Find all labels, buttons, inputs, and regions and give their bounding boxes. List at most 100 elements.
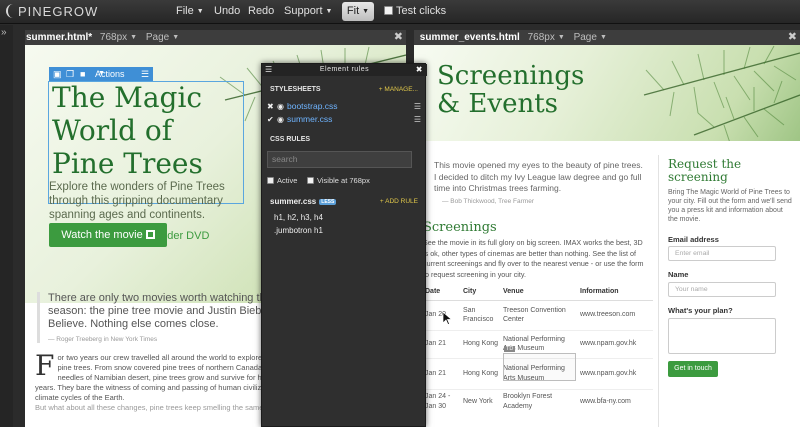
table-row[interactable]: Jan 20 San Francisco Treeson Convention … bbox=[423, 299, 653, 330]
pinegrow-window: PINEGROW File ▼ Undo Redo Support ▼ Fit ▼ T… bbox=[0, 0, 800, 427]
element-actions-bar[interactable]: ▣ ❐ ■ Actions ▼ ☰ bbox=[49, 67, 153, 81]
table-cell: New York bbox=[461, 388, 501, 414]
column-divider bbox=[658, 155, 659, 427]
frame-page-menu[interactable]: Page bbox=[146, 32, 169, 43]
caret-down-icon: ▼ bbox=[130, 34, 138, 41]
eye-icon[interactable]: ◉ bbox=[277, 114, 287, 125]
email-label: Email address bbox=[668, 235, 719, 244]
panel-title: Element rules bbox=[319, 66, 370, 73]
frame-filename: summer_events.html bbox=[419, 32, 520, 43]
hamburger-icon[interactable]: ☰ bbox=[414, 114, 421, 125]
intro-cite: — Bob Thickwood, Tree Farmer bbox=[442, 198, 534, 205]
stylesheet-item[interactable]: ✖ ◉ bootstrap.css ☰ bbox=[267, 101, 421, 112]
active-checkbox[interactable] bbox=[267, 177, 274, 184]
table-header: Date bbox=[423, 284, 461, 301]
get-in-touch-button[interactable]: Get in touch bbox=[668, 361, 718, 377]
watch-movie-button[interactable]: Watch the movie bbox=[49, 223, 167, 247]
table-row[interactable]: Jan 24 - Jan 30 New York Brooklyn Forest… bbox=[423, 388, 653, 414]
table-cell: www.treeson.com bbox=[578, 299, 653, 330]
close-icon[interactable]: ✖ bbox=[416, 64, 423, 76]
name-field[interactable]: Your name bbox=[668, 282, 776, 297]
hamburger-icon[interactable]: ☰ bbox=[265, 64, 273, 76]
app-logo: PINEGROW bbox=[6, 4, 98, 19]
events-title[interactable]: Screenings & Events bbox=[437, 62, 584, 118]
review-blockquote[interactable]: There are only two movies worth watching… bbox=[37, 292, 292, 343]
css-file-heading: summer.css LESS bbox=[270, 197, 337, 206]
manage-stylesheets-link[interactable]: + MANAGE... bbox=[379, 86, 418, 93]
menu-file[interactable]: File ▼ bbox=[176, 5, 204, 17]
caret-down-icon: ▼ bbox=[557, 34, 565, 41]
fit-label: Fit bbox=[346, 5, 360, 17]
close-icon[interactable]: ✖ bbox=[267, 101, 277, 112]
table-cell: www.npam.gov.hk bbox=[578, 329, 653, 358]
active-toggle[interactable]: Active bbox=[267, 176, 297, 185]
hero-lead[interactable]: Explore the wonders of Pine Trees throug… bbox=[49, 180, 249, 222]
table-cell: Jan 24 - Jan 30 bbox=[423, 388, 461, 414]
rules-search-input[interactable]: search bbox=[267, 151, 412, 168]
table-header: City bbox=[461, 284, 501, 301]
screenings-text[interactable]: See the movie in its full glory on big s… bbox=[423, 238, 647, 280]
visible-label: Visible at 768px bbox=[317, 176, 370, 185]
visible-checkbox[interactable] bbox=[307, 177, 314, 184]
caret-down-icon: ▼ bbox=[196, 8, 204, 15]
table-header-row: Date City Venue Information bbox=[423, 284, 653, 301]
pinegrow-logo-icon bbox=[6, 4, 16, 18]
caret-down-icon: ▼ bbox=[172, 34, 180, 41]
add-rule-link[interactable]: + ADD RULE bbox=[380, 198, 418, 205]
delete-icon[interactable]: ■ bbox=[80, 67, 85, 81]
move-handle-icon[interactable]: ▣ bbox=[53, 67, 62, 81]
fit-zoom-button[interactable]: Fit ▼ bbox=[342, 2, 374, 21]
screenings-heading[interactable]: Screenings bbox=[423, 220, 497, 235]
expand-sidebar-icon[interactable]: » bbox=[1, 27, 7, 38]
plan-label: What's your plan? bbox=[668, 306, 733, 315]
close-icon[interactable]: ✖ bbox=[394, 30, 403, 45]
caret-down-icon: ▼ bbox=[362, 8, 370, 15]
request-title[interactable]: Request the screening bbox=[668, 158, 788, 184]
events-hero[interactable]: Screenings & Events bbox=[414, 45, 800, 141]
undo-button[interactable]: Undo bbox=[214, 5, 240, 17]
css-rules-heading: CSS RULES bbox=[270, 136, 311, 143]
element-rules-panel: ☰ Element rules ✖ STYLESHEETS + MANAGE..… bbox=[261, 63, 427, 427]
test-clicks-checkbox[interactable] bbox=[384, 6, 393, 15]
stylesheet-item[interactable]: ✔ ◉ summer.css ☰ bbox=[267, 114, 421, 125]
redo-button[interactable]: Redo bbox=[248, 5, 274, 17]
email-field[interactable]: Enter email bbox=[668, 246, 776, 261]
stylesheet-name: summer.css bbox=[287, 114, 333, 124]
table-cell: San Francisco bbox=[461, 299, 501, 330]
table-header: Information bbox=[578, 284, 653, 301]
table-cell: Jan 20 bbox=[423, 299, 461, 330]
table-cell: Jan 21 bbox=[423, 329, 461, 358]
request-text[interactable]: Bring The Magic World of Pine Trees to y… bbox=[668, 188, 793, 224]
frame-size-selector[interactable]: 768px bbox=[100, 32, 127, 43]
caret-down-icon: ▼ bbox=[98, 70, 105, 77]
undo-label: Undo bbox=[214, 5, 241, 17]
order-dvd-link[interactable]: Order DVD bbox=[155, 230, 209, 242]
plan-textarea[interactable] bbox=[668, 318, 776, 354]
test-clicks-label: Test clicks bbox=[396, 5, 447, 17]
left-sidebar-strip: » bbox=[0, 25, 13, 427]
test-clicks-toggle[interactable]: Test clicks bbox=[384, 5, 446, 17]
eye-icon[interactable]: ◉ bbox=[277, 101, 287, 112]
film-icon bbox=[145, 230, 155, 239]
events-intro[interactable]: This movie opened my eyes to the beauty … bbox=[434, 160, 644, 195]
copy-icon[interactable]: ❐ bbox=[66, 67, 74, 81]
events-title-line: & Events bbox=[437, 89, 558, 119]
events-title-line: Screenings bbox=[437, 61, 585, 91]
menu-support[interactable]: Support ▼ bbox=[284, 5, 332, 17]
close-icon[interactable]: ✖ bbox=[788, 30, 797, 45]
hamburger-icon[interactable]: ☰ bbox=[141, 67, 149, 81]
css-rule-item[interactable]: .jumbotron h1 bbox=[267, 225, 421, 236]
table-cell: Hong Kong bbox=[461, 329, 501, 358]
screenings-table[interactable]: Date City Venue Information Jan 20 San F… bbox=[423, 284, 653, 414]
menu-file-label: File bbox=[176, 5, 194, 17]
frame-size-selector[interactable]: 768px bbox=[528, 32, 555, 43]
hover-highlight-outline bbox=[503, 353, 576, 381]
frame-filename: summer.html* bbox=[26, 32, 93, 43]
hamburger-icon[interactable]: ☰ bbox=[414, 101, 421, 112]
visible-toggle[interactable]: Visible at 768px bbox=[307, 176, 370, 185]
checkmark-icon[interactable]: ✔ bbox=[267, 114, 277, 125]
panel-header[interactable]: ☰ Element rules ✖ bbox=[262, 64, 427, 76]
frame-page-menu[interactable]: Page bbox=[574, 32, 597, 43]
watch-movie-label: Watch the movie bbox=[61, 229, 143, 241]
css-rule-item[interactable]: h1, h2, h3, h4 bbox=[267, 212, 421, 223]
